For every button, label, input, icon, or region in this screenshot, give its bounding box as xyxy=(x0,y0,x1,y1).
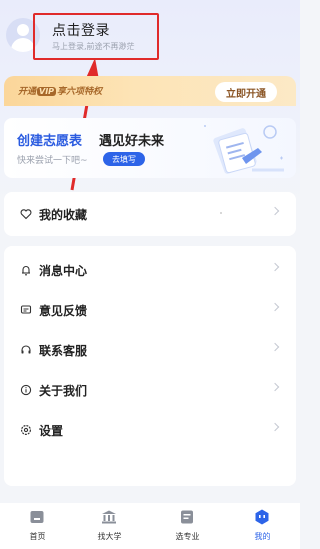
menu-label-settings: 设置 xyxy=(39,424,64,438)
menu-label-about: 关于我们 xyxy=(39,384,88,398)
login-title[interactable]: 点击登录 xyxy=(52,20,110,40)
nav-item-home[interactable]: 首页 xyxy=(0,503,75,549)
heart-icon xyxy=(20,209,32,220)
volunteer-card-subtitle: 快来尝试一下吧~ xyxy=(17,156,88,166)
feedback-icon xyxy=(20,305,32,314)
vip-text: 开通 VIP 享六项特权 xyxy=(18,87,103,97)
menu-item-settings[interactable]: 设置 xyxy=(4,410,296,450)
divider-dot xyxy=(220,212,222,214)
menu-group: 消息中心 意见反馈 联系客服 关于我们 设置 xyxy=(4,246,296,486)
chevron-right-icon xyxy=(270,342,280,352)
menu-label-feedback: 意见反馈 xyxy=(39,304,88,318)
menu-item-about[interactable]: 关于我们 xyxy=(4,370,296,410)
major-icon xyxy=(181,510,193,524)
nav-item-major[interactable]: 选专业 xyxy=(150,503,225,549)
home-icon xyxy=(30,511,44,523)
info-icon xyxy=(20,384,32,396)
login-subtitle: 马上登录,前途不再渺茫 xyxy=(52,42,135,51)
bell-icon xyxy=(22,266,30,276)
chevron-right-icon xyxy=(270,206,280,216)
menu-item-feedback[interactable]: 意见反馈 xyxy=(4,290,296,330)
university-icon xyxy=(102,510,116,524)
volunteer-card-title: 创建志愿表 xyxy=(17,134,83,149)
profile-header: 点击登录 马上登录,前途不再渺茫 xyxy=(0,0,300,70)
menu-item-favorites[interactable]: 我的收藏 xyxy=(4,194,296,234)
chevron-right-icon xyxy=(270,382,280,392)
fill-in-button[interactable]: 去填写 xyxy=(103,152,145,166)
chevron-right-icon xyxy=(270,302,280,312)
vip-badge: VIP xyxy=(37,87,57,96)
volunteer-card-slogan: 遇见好未来 xyxy=(99,134,165,149)
profile-icon xyxy=(255,509,269,525)
nav-label-profile: 我的 xyxy=(254,532,271,541)
nav-label-home: 首页 xyxy=(29,532,46,541)
menu-label-support: 联系客服 xyxy=(39,344,88,358)
menu-item-support[interactable]: 联系客服 xyxy=(4,330,296,370)
menu-item-messages[interactable]: 消息中心 xyxy=(4,250,296,290)
vip-open-button[interactable]: 立即开通 xyxy=(215,82,277,102)
gear-icon xyxy=(20,424,32,436)
bottom-navigation: 首页 找大学 选专业 我的 xyxy=(0,503,300,549)
nav-label-university: 找大学 xyxy=(97,532,122,541)
favorites-group: 我的收藏 xyxy=(4,192,296,236)
chevron-right-icon xyxy=(270,262,280,272)
nav-item-university[interactable]: 找大学 xyxy=(72,503,147,549)
menu-label-favorites: 我的收藏 xyxy=(39,208,88,222)
chevron-right-icon xyxy=(270,422,280,432)
nav-item-profile[interactable]: 我的 xyxy=(225,503,300,549)
nav-label-major: 选专业 xyxy=(175,532,200,541)
form-illustration-icon xyxy=(204,125,284,174)
menu-label-messages: 消息中心 xyxy=(39,264,88,278)
headset-icon xyxy=(21,345,31,354)
